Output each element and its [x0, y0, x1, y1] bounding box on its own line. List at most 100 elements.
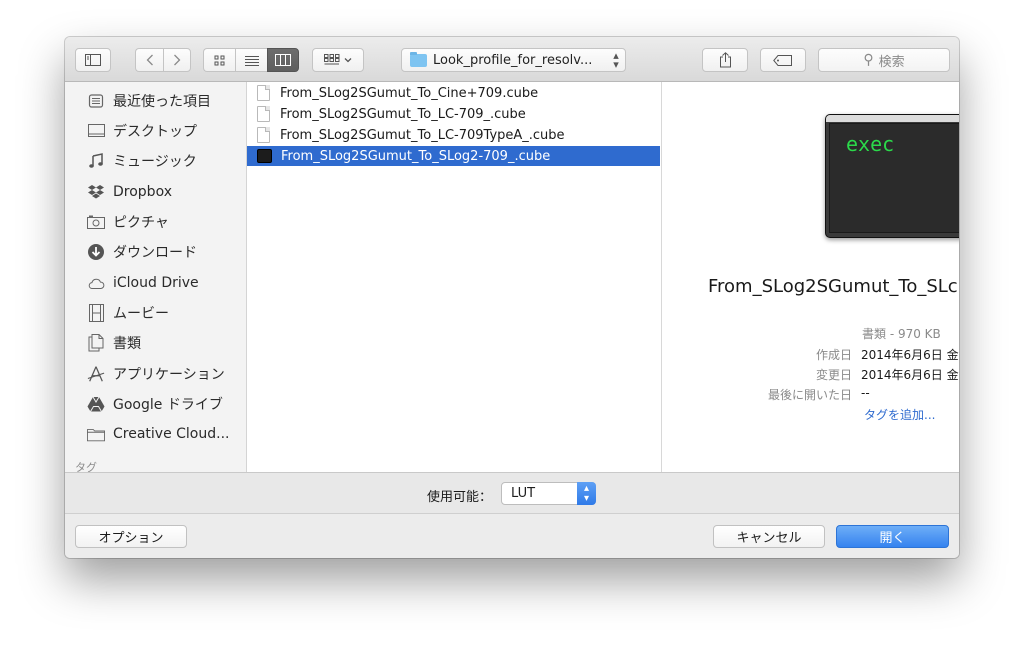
sidebar-item-label: Google ドライブ: [113, 397, 223, 413]
tag-icon: [773, 54, 792, 66]
terminal-icon: [257, 149, 272, 163]
document-icon: [257, 106, 270, 122]
sidebar-item-applications[interactable]: アプリケーション: [65, 360, 246, 388]
search-icon: ⚲: [863, 52, 874, 68]
button-bar: オプション キャンセル 開く: [65, 514, 959, 558]
location-label: Look_profile_for_resolv...: [433, 52, 593, 68]
sidebar-item-documents[interactable]: 書類: [65, 329, 246, 357]
sidebar: 最近使った項目 デスクトップ ミュージック Dropbox ピクチャ ダウンロー…: [65, 82, 247, 472]
back-button[interactable]: [135, 48, 163, 72]
sidebar-item-desktop[interactable]: デスクトップ: [65, 117, 246, 145]
sidebar-item-label: ムービー: [113, 306, 169, 322]
share-button[interactable]: [702, 48, 748, 72]
search-field[interactable]: ⚲ 検索: [818, 48, 950, 72]
sidebar-item-label: 書類: [113, 336, 141, 352]
open-button[interactable]: 開く: [836, 525, 949, 548]
chevron-left-icon: [146, 54, 153, 66]
tags-section-heading: タグ: [75, 461, 97, 472]
file-type-filter-bar: 使用可能： LUT ▴ ▾: [65, 472, 959, 514]
group-grid-icon: [324, 54, 340, 65]
up-down-arrows-icon: ▴ ▾: [613, 49, 619, 71]
add-tags-link[interactable]: タグを追加...: [864, 406, 935, 423]
modified-label: 変更日: [815, 368, 852, 382]
exec-label: exec: [846, 132, 895, 156]
sidebar-item-music[interactable]: ミュージック: [65, 147, 246, 175]
file-row[interactable]: From_SLog2SGumut_To_LC-709_.cube: [247, 104, 660, 124]
file-column: From_SLog2SGumut_To_Cine+709.cube From_S…: [247, 82, 662, 472]
icon-view-button[interactable]: [203, 48, 235, 72]
up-down-arrows-icon: ▴ ▾: [577, 482, 596, 505]
last-opened-value: --: [861, 386, 870, 400]
sidebar-item-icloud[interactable]: iCloud Drive: [65, 269, 246, 297]
desktop-icon: [87, 122, 105, 140]
file-row[interactable]: From_SLog2SGumut_To_LC-709TypeA_.cube: [247, 125, 660, 145]
location-popup[interactable]: Look_profile_for_resolv... ▴ ▾: [401, 48, 626, 72]
options-button[interactable]: オプション: [75, 525, 187, 548]
dropbox-icon: [87, 183, 105, 201]
file-row[interactable]: From_SLog2SGumut_To_Cine+709.cube: [247, 83, 660, 103]
cancel-button[interactable]: キャンセル: [713, 525, 825, 548]
list-view-button[interactable]: [235, 48, 267, 72]
tags-button[interactable]: [760, 48, 806, 72]
sidebar-item-label: ダウンロード: [113, 245, 197, 261]
forward-button[interactable]: [163, 48, 191, 72]
icon-grid-icon: [214, 55, 225, 65]
sidebar-item-pictures[interactable]: ピクチャ: [65, 208, 246, 236]
exec-thumbnail: exec: [825, 114, 959, 238]
folder-icon: [410, 51, 427, 67]
music-icon: [87, 152, 105, 170]
list-icon: [244, 55, 259, 66]
sidebar-item-label: アプリケーション: [113, 367, 225, 383]
sidebar-item-label: ピクチャ: [113, 215, 169, 231]
view-mode-control: [203, 48, 299, 72]
preview-pane: exec From_SLog2SGumut_To_SLc 書類 - 970 KB…: [662, 82, 959, 472]
chevron-right-icon: [174, 54, 181, 66]
enable-label: 使用可能：: [427, 490, 493, 505]
sidebar-toggle-button[interactable]: [75, 48, 111, 72]
sidebar-item-recents[interactable]: 最近使った項目: [65, 87, 246, 115]
sidebar-item-dropbox[interactable]: Dropbox: [65, 178, 246, 206]
folder-icon: [87, 425, 105, 443]
recents-icon: [87, 92, 105, 110]
file-type-select[interactable]: LUT ▴ ▾: [501, 482, 596, 505]
sidebar-icon: [85, 54, 101, 66]
camera-icon: [87, 213, 105, 231]
created-label: 作成日: [815, 348, 852, 362]
toolbar: Look_profile_for_resolv... ▴ ▾ ⚲ 検索: [65, 37, 959, 82]
sidebar-item-label: デスクトップ: [113, 124, 197, 140]
document-icon: [257, 85, 270, 101]
sidebar-item-google-drive[interactable]: Google ドライブ: [65, 390, 246, 418]
sidebar-item-label: Creative Cloud...: [113, 426, 230, 442]
cloud-icon: [87, 274, 105, 292]
open-file-dialog: Look_profile_for_resolv... ▴ ▾ ⚲ 検索 最近使った…: [65, 37, 959, 558]
sidebar-item-movies[interactable]: ムービー: [65, 299, 246, 327]
chevron-down-icon: [344, 58, 352, 63]
column-view-button[interactable]: [267, 48, 299, 72]
file-name: From_SLog2SGumut_To_Cine+709.cube: [280, 85, 539, 101]
file-name: From_SLog2SGumut_To_SLog2-709_.cube: [281, 148, 551, 164]
applications-icon: [87, 365, 105, 383]
file-row-selected[interactable]: From_SLog2SGumut_To_SLog2-709_.cube: [247, 146, 660, 166]
history-nav: [135, 48, 191, 72]
download-icon: [87, 243, 105, 261]
preview-file-name: From_SLog2SGumut_To_SLc: [708, 276, 958, 297]
sidebar-item-creative-cloud[interactable]: Creative Cloud...: [65, 420, 246, 448]
columns-icon: [275, 54, 291, 66]
file-name: From_SLog2SGumut_To_LC-709_.cube: [280, 106, 526, 122]
created-value: 2014年6月6日 金: [861, 348, 959, 362]
sidebar-item-downloads[interactable]: ダウンロード: [65, 238, 246, 266]
preview-kind-size: 書類 - 970 KB: [862, 327, 941, 341]
document-icon: [257, 127, 270, 143]
sidebar-item-label: iCloud Drive: [113, 275, 199, 291]
group-by-button[interactable]: [312, 48, 364, 72]
modified-value: 2014年6月6日 金: [861, 368, 959, 382]
share-icon: [719, 52, 731, 68]
last-opened-label: 最後に開いた日: [767, 388, 852, 402]
sidebar-item-label: 最近使った項目: [113, 94, 211, 110]
file-name: From_SLog2SGumut_To_LC-709TypeA_.cube: [280, 127, 565, 143]
documents-icon: [87, 334, 105, 352]
sidebar-item-label: ミュージック: [113, 154, 197, 170]
film-icon: [87, 304, 105, 322]
search-placeholder: 検索: [878, 54, 905, 70]
file-type-value: LUT: [511, 486, 536, 501]
